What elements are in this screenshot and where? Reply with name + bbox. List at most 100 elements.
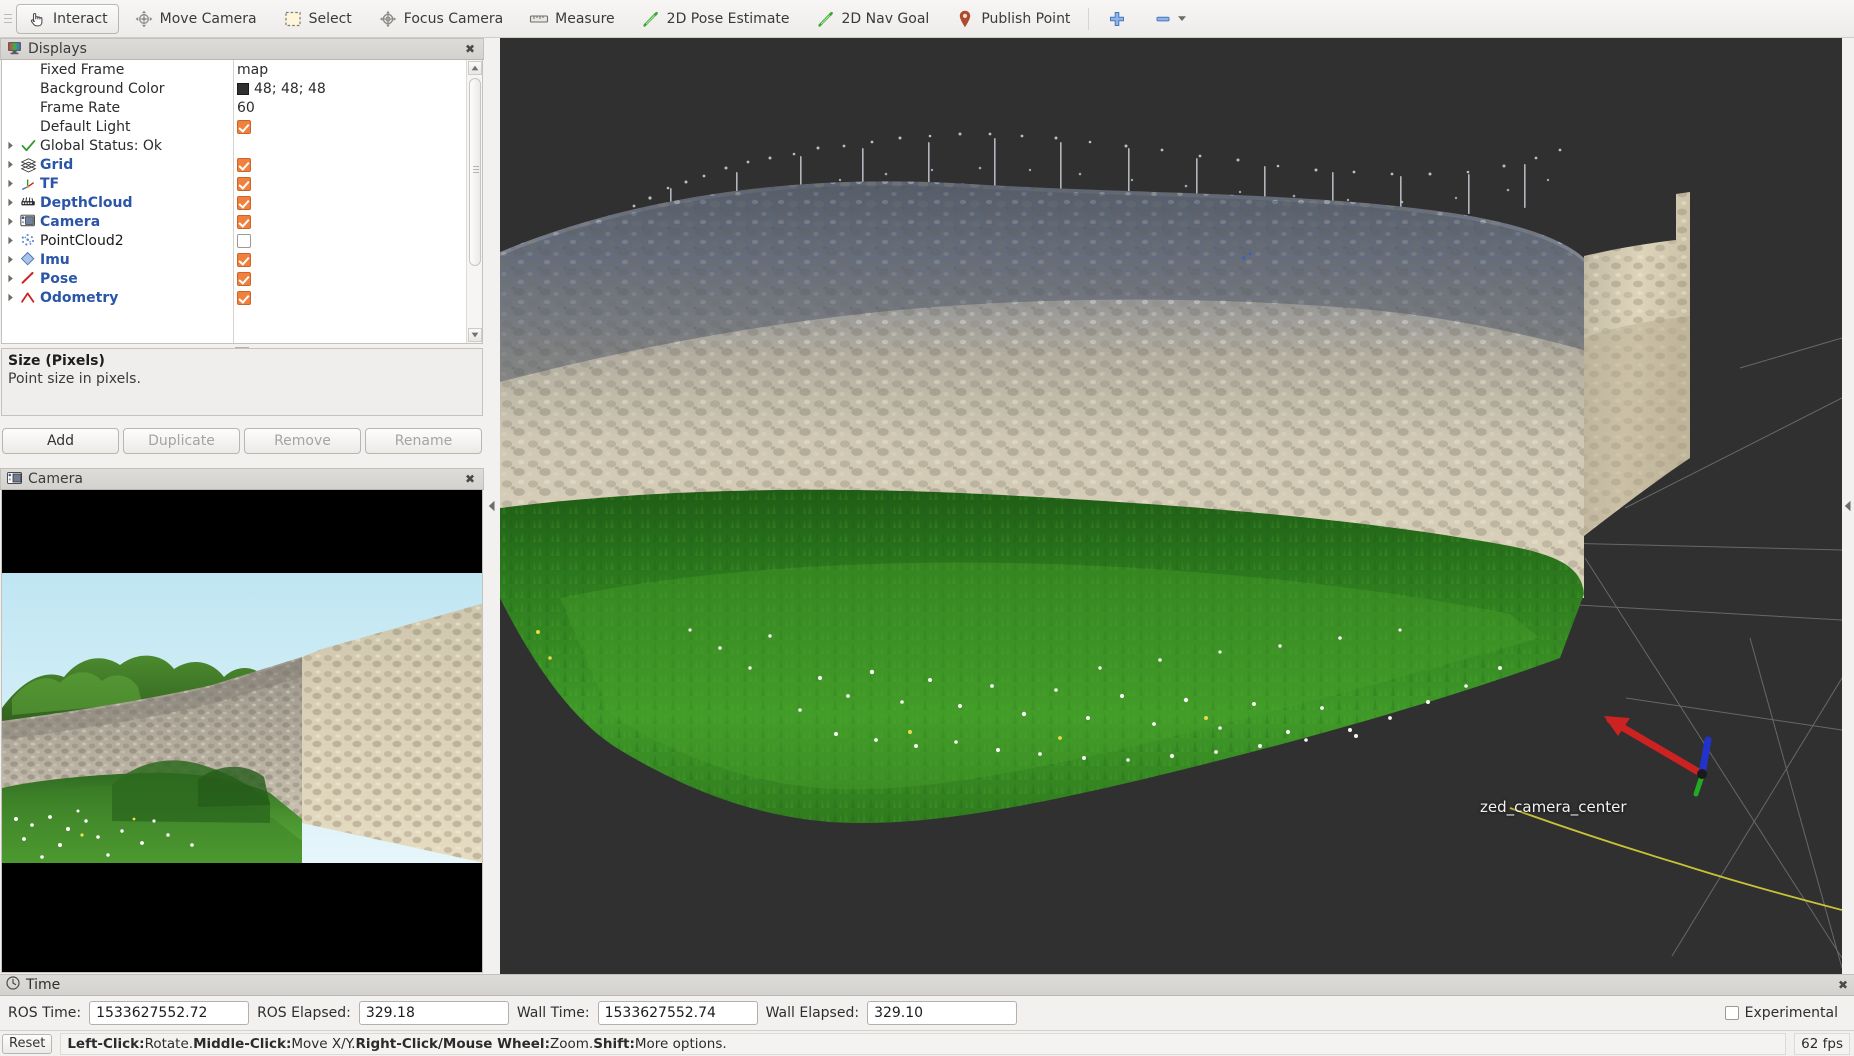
expand-arrow-icon[interactable] [2,255,18,264]
fps-indicator: 62 fps [1794,1032,1850,1055]
display-value[interactable] [237,252,251,267]
enable-checkbox[interactable] [237,290,251,305]
display-value[interactable] [237,157,251,172]
green-arrow-icon [641,9,661,29]
display-row-fixed-frame[interactable]: Fixed Frame map [2,60,466,79]
display-value[interactable] [237,176,251,191]
scroll-up-icon[interactable] [468,61,482,75]
enable-checkbox[interactable] [237,271,251,286]
display-name: PointCloud2 [40,232,124,249]
experimental-toggle[interactable]: Experimental [1724,1005,1846,1021]
tool-2d-nav-goal-button[interactable]: 2D Nav Goal [805,4,941,34]
enable-checkbox[interactable] [237,214,251,229]
close-time-icon[interactable]: ✖ [1838,978,1848,992]
tool-move-camera-button[interactable]: Move Camera [123,4,268,34]
enable-checkbox[interactable] [237,252,251,267]
enable-checkbox[interactable] [237,233,251,248]
scroll-down-icon[interactable] [468,328,482,342]
display-row-imu[interactable]: Imu [2,250,466,269]
display-name: Camera [40,213,101,230]
tool-publish-point-button[interactable]: Publish Point [944,4,1081,34]
display-value[interactable]: 48; 48; 48 [237,81,326,97]
left-dock-splitter[interactable] [484,38,500,974]
expand-arrow-icon[interactable] [2,236,18,245]
ruler-icon [529,9,549,29]
minus-icon [1153,9,1173,29]
color-swatch[interactable] [237,82,249,95]
display-value[interactable]: map [237,62,268,78]
expand-arrow-icon[interactable] [2,293,18,302]
display-value[interactable] [237,290,251,305]
time-field-1[interactable]: 329.18 [358,1001,509,1025]
toolbar-drag-handle[interactable] [2,6,14,32]
display-row-default-light[interactable]: Default Light [2,117,466,136]
main-toolbar: Interact Move Camera Select Focus Camera Mea… [0,0,1854,38]
pose-arrow-icon [18,270,38,287]
display-row-depthcloud[interactable]: DepthCloud [2,193,466,212]
expand-arrow-icon[interactable] [2,160,18,169]
enable-checkbox[interactable] [237,157,251,172]
add-button[interactable]: Add [2,428,119,454]
display-name: Pose [40,270,78,287]
duplicate-button[interactable]: Duplicate [123,428,240,454]
pose-axes [1604,716,1712,797]
display-row-pose[interactable]: Pose [2,269,466,288]
camera-panel-title: Camera [28,471,83,487]
help-title: Size (Pixels) [8,353,105,369]
expand-arrow-icon[interactable] [2,198,18,207]
tool-measure-button[interactable]: Measure [518,4,626,34]
clock-icon [6,976,20,994]
hint-part-2: Middle-Click: [193,1035,292,1052]
tool-interact-button[interactable]: Interact [16,3,119,34]
3d-render-view[interactable]: zed_camera_center [500,38,1842,974]
remove-button[interactable]: Remove [244,428,361,454]
right-dock-splitter[interactable] [1842,38,1854,974]
hint-part-7: More options. [634,1035,727,1052]
rename-button[interactable]: Rename [365,428,482,454]
display-row-pointcloud2[interactable]: PointCloud2 [2,231,466,250]
enable-checkbox[interactable] [237,119,251,134]
expand-arrow-icon[interactable] [2,141,18,150]
time-field-3[interactable]: 329.10 [867,1001,1018,1025]
status-bar: Reset Left-Click: Rotate. Middle-Click: … [0,1030,1854,1056]
display-row-camera[interactable]: Camera [2,212,466,231]
displays-tree-scrollbar[interactable] [466,60,482,343]
toolbar-dropdown-arrow-icon[interactable] [1177,11,1187,27]
tool-2d-pose-estimate-button[interactable]: 2D Pose Estimate [630,4,801,34]
close-displays-icon[interactable]: ✖ [463,42,477,56]
time-field-2[interactable]: 1533627552.74 [597,1001,758,1025]
close-camera-icon[interactable]: ✖ [463,472,477,486]
display-row-grid[interactable]: Grid [2,155,466,174]
expand-arrow-icon[interactable] [2,179,18,188]
display-row-global-status-ok[interactable]: Global Status: Ok [2,136,466,155]
display-row-frame-rate[interactable]: Frame Rate 60 [2,98,466,117]
time-field-0[interactable]: 1533627552.72 [89,1001,250,1025]
enable-checkbox[interactable] [237,195,251,210]
display-value[interactable] [237,195,251,210]
green-arrow-icon [816,9,836,29]
displays-tree[interactable]: Fixed Frame map Background Color 48; 48; 48… [2,60,466,343]
display-value[interactable] [237,119,251,134]
camera-panel-titlebar: Camera ✖ [0,468,484,490]
display-value[interactable] [237,214,251,229]
display-value[interactable] [237,271,251,286]
display-row-background-color[interactable]: Background Color 48; 48; 48 [2,79,466,98]
display-row-tf[interactable]: TF [2,174,466,193]
tool-label: Interact [53,10,108,27]
tool-focus-camera-button[interactable]: Focus Camera [367,4,514,34]
enable-checkbox[interactable] [237,176,251,191]
experimental-checkbox[interactable] [1724,1006,1739,1020]
tool-select-button[interactable]: Select [272,4,363,34]
display-value[interactable]: 60 [237,100,255,116]
reset-button[interactable]: Reset [2,1033,53,1054]
scrollbar-thumb[interactable] [469,78,481,266]
value-text: 60 [237,99,255,116]
expand-arrow-icon[interactable] [2,274,18,283]
add-tool-button[interactable] [1096,4,1138,34]
camera-image-view[interactable] [1,490,483,973]
expand-arrow-icon[interactable] [2,217,18,226]
display-value[interactable] [237,233,251,248]
display-row-odometry[interactable]: Odometry [2,288,466,307]
hint-part-1: Rotate. [144,1035,194,1052]
remove-tool-button[interactable] [1142,4,1198,34]
